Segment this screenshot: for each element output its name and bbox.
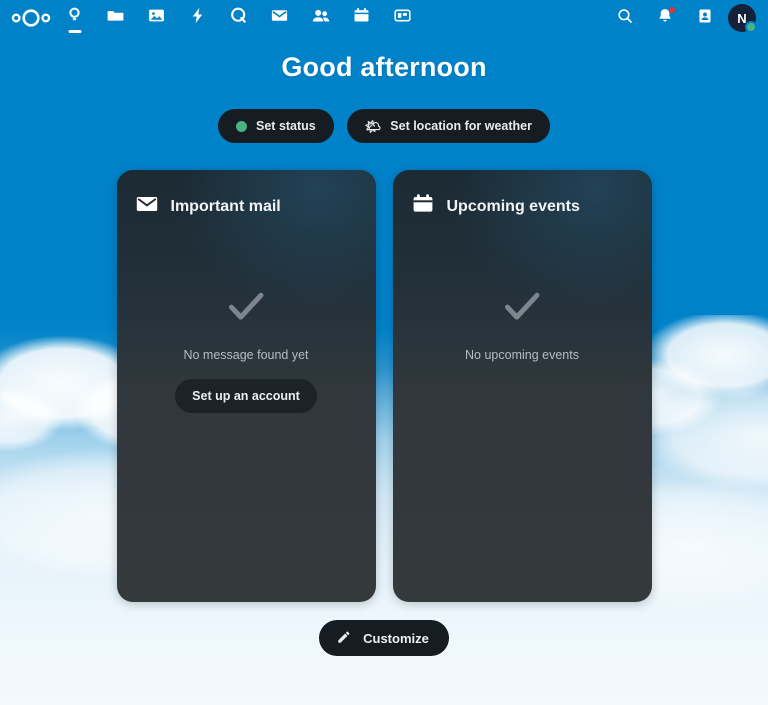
check-icon <box>223 283 269 334</box>
set-location-for-weather-button[interactable]: 🌤 Set location for weather <box>346 109 550 143</box>
widget-important-mail[interactable]: Important mail No message found yet Set … <box>117 170 376 602</box>
customize-label: Customize <box>363 630 429 646</box>
app-navigation-bar: N <box>0 0 768 36</box>
greeting-heading: Good afternoon <box>281 52 487 82</box>
nextcloud-logo[interactable] <box>8 0 54 36</box>
dashboard-page: N Good afternoon Set status 🌤 Set locati… <box>0 0 768 705</box>
dashboard-icon <box>65 6 84 30</box>
customize-button[interactable]: Customize <box>319 620 449 656</box>
notifications-button[interactable] <box>648 0 682 36</box>
talk-icon <box>229 6 248 30</box>
online-status-dot <box>236 120 248 132</box>
set-location-label: Set location for weather <box>390 119 532 133</box>
sun-behind-cloud-icon: 🌤 <box>364 118 382 134</box>
widget-title: Upcoming events <box>446 197 580 215</box>
customize-row: Customize <box>0 620 768 656</box>
widget-empty-state: No upcoming events <box>411 283 634 362</box>
dashboard-widget-row: Important mail No message found yet Set … <box>0 170 768 602</box>
nav-item-deck[interactable] <box>382 0 423 36</box>
status-chip-row: Set status 🌤 Set location for weather <box>0 109 768 143</box>
contacts-card-icon <box>696 7 714 30</box>
search-icon <box>616 7 634 30</box>
calendar-icon <box>411 192 435 221</box>
widget-upcoming-events[interactable]: Upcoming events No upcoming events <box>393 170 652 602</box>
nav-item-calendar[interactable] <box>341 0 382 36</box>
nav-item-mail[interactable] <box>259 0 300 36</box>
empty-state-text: No upcoming events <box>465 348 579 362</box>
primary-nav <box>54 0 423 36</box>
contacts-menu-button[interactable] <box>688 0 722 36</box>
avatar-online-status-dot <box>745 21 757 33</box>
envelope-icon <box>270 6 289 30</box>
envelope-icon <box>135 192 159 221</box>
check-icon <box>499 283 545 334</box>
nav-item-files[interactable] <box>95 0 136 36</box>
pencil-icon <box>336 629 352 648</box>
nav-item-contacts[interactable] <box>300 0 341 36</box>
appbar-right-controls: N <box>608 0 758 36</box>
contacts-people-icon <box>311 6 331 31</box>
nav-item-talk[interactable] <box>218 0 259 36</box>
deck-board-icon <box>393 6 412 30</box>
empty-state-text: No message found yet <box>183 348 309 362</box>
notification-badge-dot <box>669 7 675 13</box>
set-status-label: Set status <box>256 119 316 133</box>
lightning-bolt-icon <box>188 6 207 30</box>
calendar-icon <box>352 6 371 30</box>
set-up-an-account-button[interactable]: Set up an account <box>175 379 317 413</box>
nav-item-activity[interactable] <box>177 0 218 36</box>
folder-icon <box>106 6 125 30</box>
widget-header: Upcoming events <box>411 192 634 221</box>
widget-header: Important mail <box>135 192 358 221</box>
nav-item-dashboard[interactable] <box>54 0 95 36</box>
user-avatar[interactable]: N <box>728 4 757 33</box>
photos-icon <box>147 6 166 30</box>
set-status-button[interactable]: Set status <box>218 109 334 143</box>
unified-search-button[interactable] <box>608 0 642 36</box>
widget-title: Important mail <box>170 197 281 215</box>
widget-empty-state: No message found yet Set up an account <box>135 283 358 413</box>
nav-item-photos[interactable] <box>136 0 177 36</box>
